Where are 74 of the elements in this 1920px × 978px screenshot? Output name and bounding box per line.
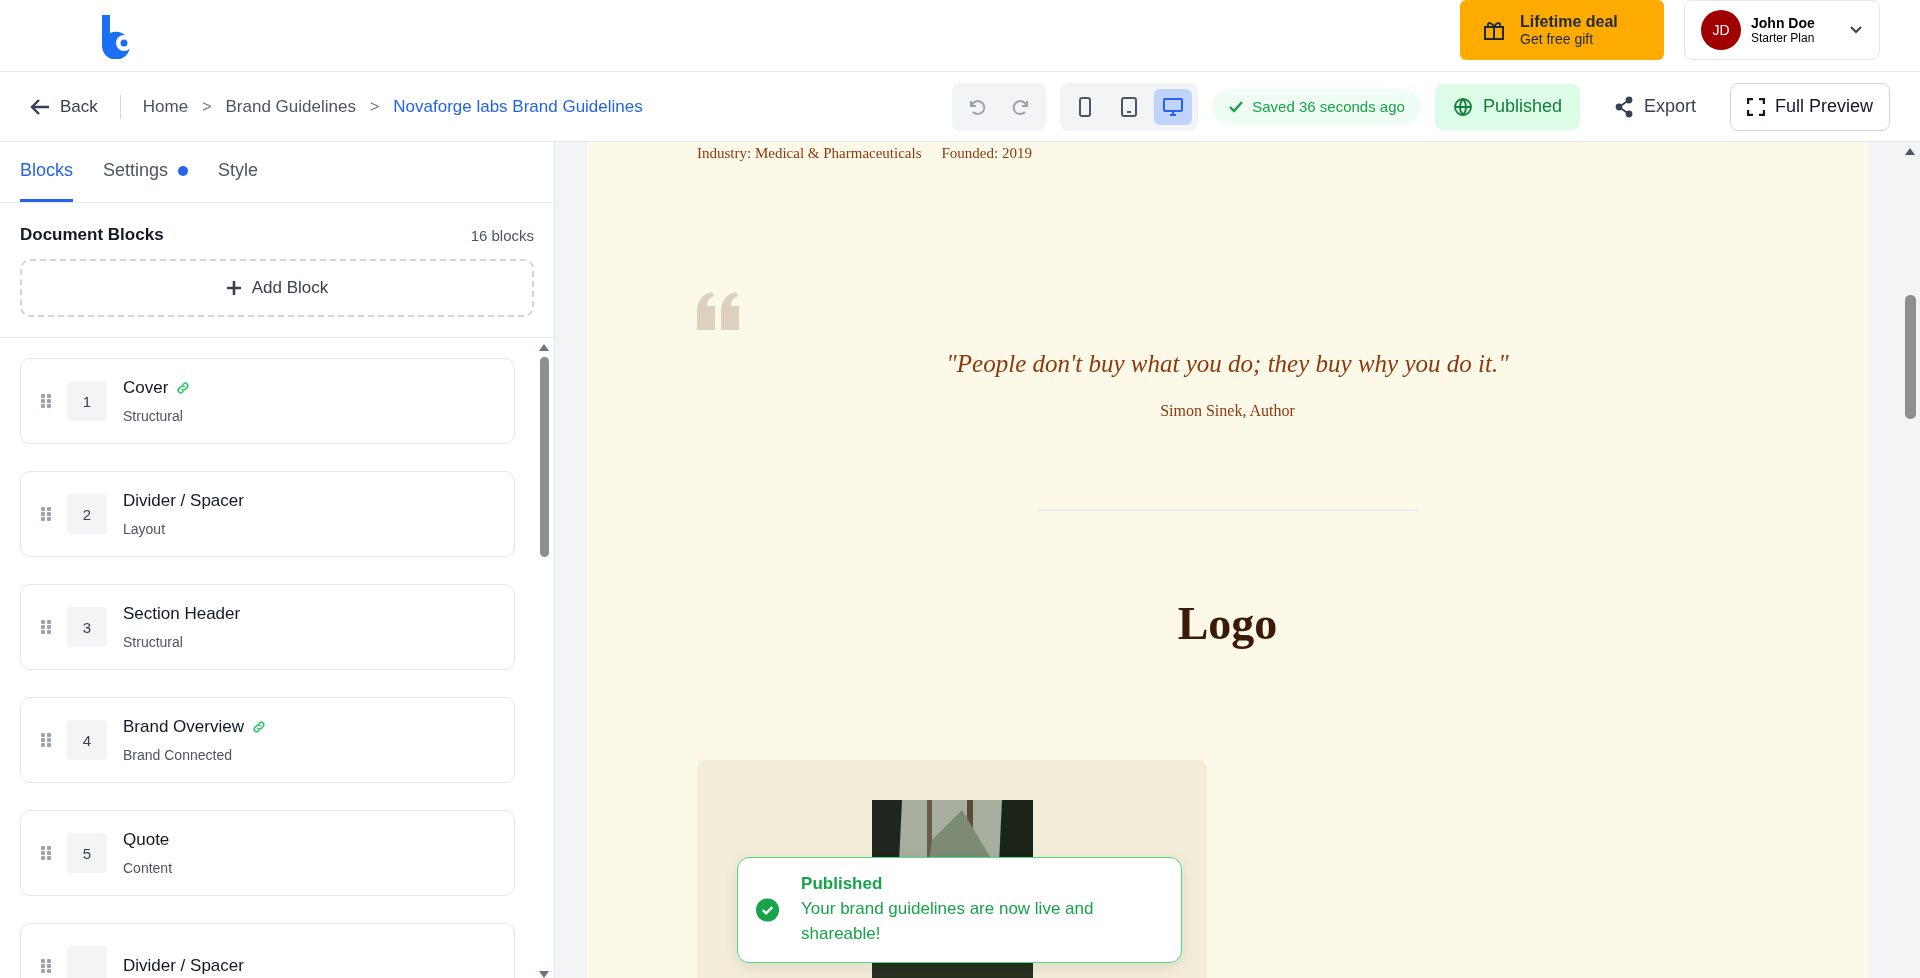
plus-icon <box>225 280 242 296</box>
sidebar-tab[interactable]: Blocks <box>20 142 73 202</box>
block-title: Quote <box>123 830 170 850</box>
toast-title: Published <box>801 874 884 894</box>
avatar: JD <box>1701 9 1741 50</box>
add-block-button[interactable]: Add Block <box>20 259 534 317</box>
scrollbar-thumb[interactable] <box>1904 295 1916 419</box>
block-card[interactable]: 3 Section Header Structural <box>20 584 515 670</box>
chevron-down-icon <box>1849 24 1863 35</box>
block-number: 4 <box>67 720 107 760</box>
drag-handle-icon <box>41 507 51 521</box>
back-button[interactable]: Back <box>30 96 98 117</box>
block-number: 3 <box>67 607 107 647</box>
device-button[interactable] <box>1154 88 1193 125</box>
drag-handle-icon <box>41 959 51 973</box>
link-icon <box>176 381 191 395</box>
block-title: Divider / Spacer <box>123 956 244 976</box>
user-menu[interactable]: JD John Doe Starter Plan <box>1684 0 1880 60</box>
block-type: Brand Connected <box>123 747 233 763</box>
block-title: Brand Overview <box>123 717 244 737</box>
breadcrumb[interactable]: Brand Guidelines <box>225 96 356 117</box>
lifetime-deal-button[interactable]: Lifetime deal Get free gift <box>1460 0 1664 60</box>
drag-handle-icon <box>41 620 51 634</box>
drag-handle-icon <box>41 846 51 860</box>
scroll-down-icon[interactable] <box>539 971 549 978</box>
drag-handle-icon <box>41 733 51 747</box>
company-info: Industry: Medical & Pharmaceuticals <box>697 144 922 162</box>
block-card[interactable]: 2 Divider / Spacer Layout <box>20 471 515 557</box>
block-type: Structural <box>123 408 184 424</box>
phone-icon <box>1078 96 1093 117</box>
block-title: Cover <box>123 378 169 398</box>
section-heading: Logo <box>1176 597 1279 650</box>
saved-status: Saved 36 seconds ago <box>1212 88 1421 125</box>
scroll-up-icon[interactable] <box>1905 148 1915 155</box>
quote-author: Simon Sinek, Author <box>1159 402 1296 420</box>
block-number: 2 <box>67 494 107 534</box>
block-card[interactable]: Divider / Spacer <box>20 923 515 978</box>
block-count: 16 blocks <box>470 226 534 244</box>
breadcrumb-separator: > <box>202 97 212 116</box>
scroll-up-icon[interactable] <box>539 344 549 351</box>
section-title: Document Blocks <box>20 225 164 245</box>
quote-text: "People don't buy what you do; they buy why you do it." <box>945 350 1510 378</box>
sidebar-tab[interactable]: Settings <box>103 142 189 202</box>
globe-icon <box>1452 96 1473 117</box>
quote-mark-icon <box>697 292 739 330</box>
tablet-icon <box>1120 96 1139 117</box>
full-preview-button[interactable]: Full Preview <box>1729 82 1890 131</box>
link-icon <box>251 720 266 734</box>
block-card[interactable]: 4 Brand Overview Brand Connected <box>20 697 515 783</box>
block-type: Structural <box>123 634 184 650</box>
block-title: Divider / Spacer <box>123 491 244 511</box>
block-title: Section Header <box>123 604 241 624</box>
block-number: 1 <box>67 381 107 421</box>
toast-message: Your brand guidelines are now live and shareable! <box>801 898 1095 945</box>
export-button[interactable]: Export <box>1593 95 1716 118</box>
block-number: 5 <box>67 833 107 873</box>
block-type: Layout <box>123 521 167 537</box>
check-circle-icon <box>756 898 780 922</box>
check-icon <box>1228 99 1245 114</box>
breadcrumb[interactable]: Home <box>142 96 189 117</box>
block-card[interactable]: 5 Quote Content <box>20 810 515 896</box>
drag-handle-icon <box>41 394 51 408</box>
breadcrumb[interactable]: Novaforge labs Brand Guidelines <box>393 96 643 117</box>
company-info: Founded: 2019 <box>941 144 1032 162</box>
published-button[interactable]: Published <box>1434 83 1580 130</box>
block-card[interactable]: 1 Cover Structural <box>20 358 515 444</box>
scrollbar-thumb[interactable] <box>539 357 549 557</box>
breadcrumb-separator: > <box>369 97 380 116</box>
block-type: Content <box>123 860 173 876</box>
sidebar-tab[interactable]: Style <box>218 142 259 202</box>
fullscreen-icon <box>1746 97 1765 116</box>
monitor-icon <box>1163 97 1184 116</box>
share-icon <box>1613 95 1634 118</box>
arrow-left-icon <box>30 97 50 116</box>
